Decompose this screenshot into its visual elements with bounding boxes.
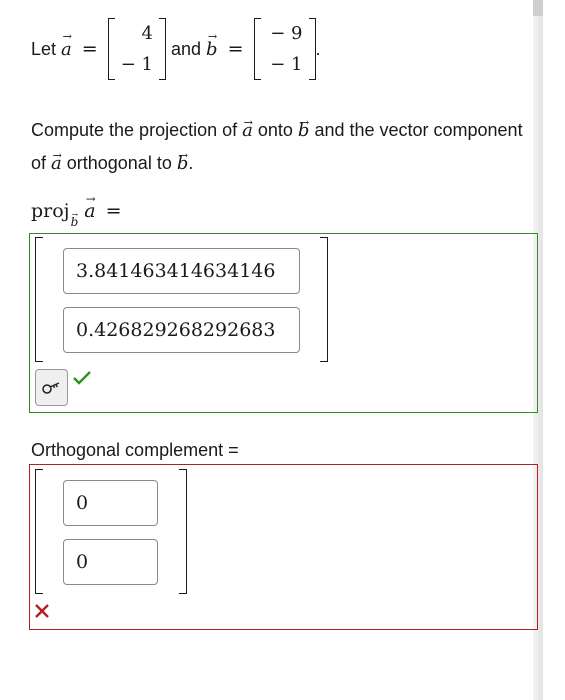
orthogonal-input-1[interactable]: 0 (63, 480, 158, 526)
key-icon (41, 381, 59, 394)
orthogonal-input-2[interactable]: 0 (63, 539, 158, 585)
vector-a-entry-1: 4 (141, 23, 153, 44)
left-bracket (35, 237, 43, 362)
vector-a-symbol: a (61, 39, 72, 60)
answer-key-button[interactable] (35, 369, 68, 406)
left-bracket (35, 469, 43, 594)
vector-a-symbol: a (51, 147, 62, 180)
vector-b-entry-2: − 1 (270, 54, 303, 75)
projection-input-1[interactable]: 3.841463414634146 (63, 248, 300, 294)
instruction-text: Compute the projection of a onto b and t… (31, 114, 526, 180)
right-bracket (320, 237, 328, 362)
projection-subscript-b: b (71, 215, 79, 229)
vector-b-entry-1: − 9 (270, 23, 303, 44)
let-text: Let (31, 38, 57, 59)
vector-b-symbol: b (206, 39, 218, 60)
equals-sign: = (81, 38, 98, 60)
cross-icon (35, 604, 49, 618)
equals-sign: = (227, 38, 244, 60)
and-text: and (170, 38, 202, 59)
vector-a-matrix: 4 − 1 (107, 18, 166, 80)
vector-b-symbol: b (177, 147, 189, 180)
check-icon (73, 371, 91, 385)
vector-b-symbol: b (298, 114, 310, 147)
projection-label: proj b a = (31, 200, 122, 229)
vector-a-entry-2: − 1 (120, 54, 153, 75)
vector-a-symbol: a (84, 200, 95, 222)
projection-input-2[interactable]: 0.426829268292683 (63, 307, 300, 353)
problem-statement: Let a = 4 − 1 and b = − 9 − 1 . (31, 14, 321, 84)
vector-b-matrix: − 9 − 1 (253, 18, 316, 80)
vector-a-symbol: a (242, 114, 253, 147)
orthogonal-complement-label: Orthogonal complement = (31, 440, 239, 460)
period: . (315, 38, 321, 59)
scrollbar-thumb[interactable] (533, 0, 543, 16)
right-bracket (179, 469, 187, 594)
